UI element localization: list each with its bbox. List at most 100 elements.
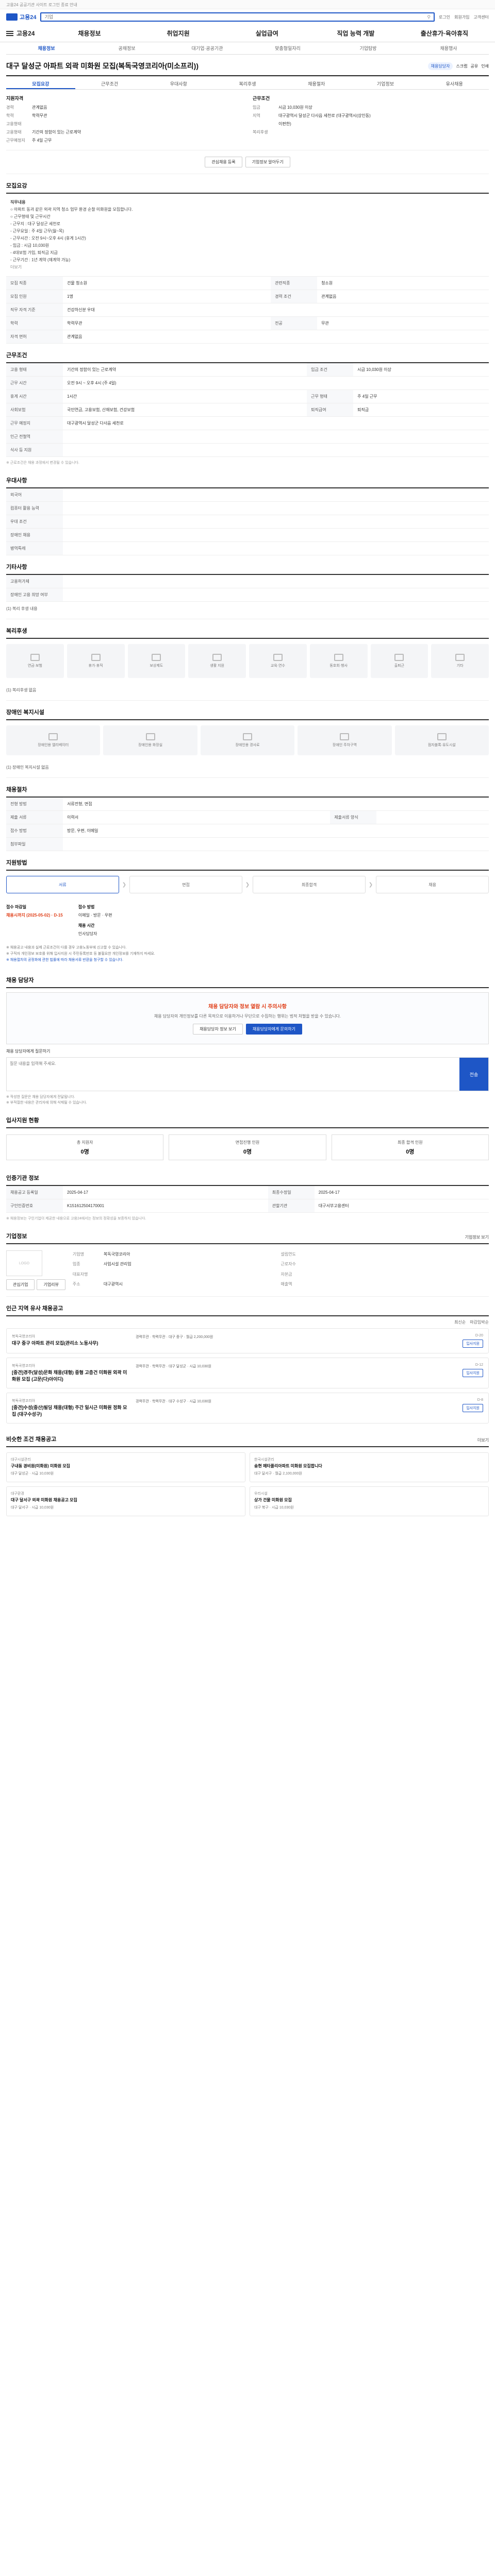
send-question-button[interactable]: 전송 <box>459 1058 488 1091</box>
company-info-button[interactable]: 기업정보 알아두기 <box>245 157 290 167</box>
tab-process[interactable]: 채용절차 <box>282 76 351 89</box>
job-title-row: 대구 달성군 아파트 외곽 미화원 모집(복독국영코리아(미소프리)) 채용담당… <box>6 55 489 76</box>
table-key: 식사 등 지원 <box>6 443 63 457</box>
tab-jobs[interactable]: 채용정보 <box>6 45 87 52</box>
help-link[interactable]: 고객센터 <box>474 14 489 20</box>
gnb-item-jobs[interactable]: 채용정보 <box>45 29 134 38</box>
apply-button[interactable]: 입사지원 <box>463 1369 483 1377</box>
share-button[interactable]: 공유 <box>471 63 478 69</box>
apply-button[interactable]: 입사지원 <box>463 1404 483 1412</box>
site-logo[interactable]: 고용24 <box>6 13 36 21</box>
view-contact-button[interactable]: 채용담당자 정보 보기 <box>193 1024 243 1035</box>
tab-company[interactable]: 기업정보 <box>351 76 420 89</box>
section-similar: 인근 지역 유사 채용공고 최신순 마감임박순 복독국영코리아 대구 중구 아파… <box>6 1297 489 1423</box>
summary-conditions: 근무조건 임금 시급 10,030원 이상 지역 대구광역시 달성군 다사읍 세천로… <box>253 95 489 145</box>
tab-conditions[interactable]: 근무조건 <box>75 76 144 89</box>
method-block: 접수 방법 이메일 · 방문 · 우편 채용 시간 인사담당자 <box>78 904 112 938</box>
sort-latest[interactable]: 최신순 <box>454 1319 466 1325</box>
process-table: 전형 방법 서류전형, 면접 제출 서류 이력서 제출서류 양식 접수 방법 방문, 우… <box>6 798 489 851</box>
stat-interview: 면접진행 인원 0명 <box>169 1134 326 1160</box>
job-title[interactable]: [중견]수성(중산)빌딩 채용(대형) 주간 일시근 미화원 정화 모집 (대구… <box>12 1404 130 1418</box>
table-row: 채용공고 등록일 2025-04-17 최종수정일 2025-04-17 <box>6 1186 489 1199</box>
similar-job-card[interactable]: 복독국영코리아 대구 중구 아파트 관리 모집(관리소 노동사무) 경력무관 ·… <box>6 1328 489 1353</box>
tab-recruit[interactable]: 모집요강 <box>6 76 75 89</box>
section-title-row: 비슷한 조건 채용공고 더보기 <box>6 1435 489 1447</box>
job-meta: 경력무관 · 학력무관 · 대구 달성군 · 시급 10,030원 <box>136 1365 212 1368</box>
tab-large-company[interactable]: 대기업·공공기관 <box>167 45 248 52</box>
login-link[interactable]: 로그인 <box>439 14 450 20</box>
sort-deadline[interactable]: 마감임박순 <box>470 1319 489 1325</box>
question-textarea[interactable] <box>7 1058 459 1091</box>
summary-row: 고용형태 <box>6 120 242 128</box>
stat-label: 최종 합격 인원 <box>398 1140 423 1145</box>
company-value <box>311 1270 489 1280</box>
scrap-button[interactable]: 스크랩 <box>456 63 467 69</box>
section-disabled: 장애인 복지시설 장애인용 엘리베이터 장애인용 화장실 장애인용 경사로 장애… <box>6 701 489 778</box>
tab-prefer[interactable]: 우대사항 <box>144 76 213 89</box>
tab-welfare[interactable]: 복리후생 <box>213 76 282 89</box>
bookmark-job-button[interactable]: 관심채용 등록 <box>205 157 242 167</box>
braille-icon <box>437 733 447 740</box>
table-value: 주 4일 근무 <box>353 389 489 403</box>
gnb-item-support[interactable]: 취업지원 <box>134 29 223 38</box>
tab-company-visit[interactable]: 기업탐방 <box>328 45 408 52</box>
gnb-home[interactable]: 고용24 <box>16 29 35 38</box>
table-key: 학력 <box>6 316 63 330</box>
welfare-label: 기타 <box>456 664 464 668</box>
table-value: 건강하신분 우대 <box>63 303 489 317</box>
similar-job-card[interactable]: 복독국영코리아 [중견]경주(달성)문화 채용(대형) 중형 고층건 미화원 외… <box>6 1358 489 1388</box>
job-title[interactable]: 대구 중구 아파트 관리 모집(관리소 노동사무) <box>12 1340 130 1347</box>
similar-job-card[interactable]: 복독국영코리아 [중견]수성(중산)빌딩 채용(대형) 주간 일시근 미화원 정… <box>6 1393 489 1423</box>
welfare-card: 기타 <box>431 644 489 678</box>
gnb-item-training[interactable]: 직업 능력 개발 <box>311 29 400 38</box>
summary-value: 주 4일 근무 <box>32 138 52 143</box>
gnb-item-benefit[interactable]: 실업급여 <box>223 29 311 38</box>
welfare-card: 보상제도 <box>127 644 186 678</box>
tab-similar[interactable]: 유사채용 <box>420 76 489 89</box>
search-input[interactable] <box>44 14 427 20</box>
job-title[interactable]: [중견]경주(달성)문화 채용(대형) 중형 고층건 미화원 외곽 미화원 모집… <box>12 1369 130 1383</box>
insurance-icon <box>30 654 40 661</box>
disabled-etc: (1) 장애인 복지시설 없음 <box>6 760 489 778</box>
reward-icon <box>152 654 161 661</box>
job-company: 복독국영코리아 <box>12 1399 36 1403</box>
job-summary: 지원자격 경력 관계없음 학력 학력무관 고용형태 고용형태 기간의 정함이 있는 근… <box>6 90 489 150</box>
desc-more-button[interactable]: 더보기 <box>10 265 22 269</box>
logo-text: 고용24 <box>20 14 37 21</box>
ask-contact-button[interactable]: 채용담당자에게 문의하기 <box>245 1024 302 1035</box>
tab-public-recruit[interactable]: 공채정보 <box>87 45 167 52</box>
recommend-card[interactable]: 한국시설관리 송현 메타폴리아파트 미화원 모집합니다 대구 달서구 · 월급 2,… <box>250 1452 489 1482</box>
stat-total: 총 지원자 0명 <box>6 1134 164 1160</box>
apply-stats: 총 지원자 0명 면접진행 인원 0명 최종 합격 인원 0명 <box>6 1128 489 1166</box>
recommend-more-button[interactable]: 더보기 <box>477 1437 489 1443</box>
notice-line: ※ 채용공고 내용과 실제 근로조건이 다를 경우 고용노동부에 신고할 수 있… <box>6 946 127 950</box>
follow-company-button[interactable]: 관심기업 <box>6 1279 35 1290</box>
hamburger-menu-icon[interactable] <box>6 30 13 36</box>
section-tabs: 모집요강 근무조건 우대사항 복리후생 채용절차 기업정보 유사채용 <box>6 76 489 90</box>
table-key: 자격 면허 <box>6 330 63 344</box>
recommend-card[interactable]: 대구환경 대구 달서구 외곽 미화원 채용공고 모집 대구 달서구 · 시급 10,… <box>6 1486 245 1516</box>
section-recruit: 모집요강 직무내용 ○ 아파트 동과 같은 외곽 지역 청소 업무 환경 순찰 … <box>6 174 489 344</box>
company-key: 업종 <box>72 1262 80 1267</box>
tab-custom[interactable]: 맞춤형일자리 <box>248 45 328 52</box>
table-value: 방문, 우편, 이메일 <box>63 824 489 838</box>
company-review-button[interactable]: 기업리뷰 <box>37 1279 65 1290</box>
other-table: 고용허가제 장애인 고용 희망 여부 <box>6 575 489 602</box>
table-key: 최종수정일 <box>268 1186 315 1199</box>
job-meta: 경력무관 · 학력무관 · 대구 수성구 · 시급 10,030원 <box>136 1400 212 1403</box>
gnb-item-leave[interactable]: 출산휴가·육아휴직 <box>400 29 489 38</box>
summary-qualification: 지원자격 경력 관계없음 학력 학력무관 고용형태 고용형태 기간의 정함이 있는 근… <box>6 95 242 145</box>
welfare-card: 휴가·휴직 <box>67 644 125 678</box>
apply-button[interactable]: 입사지원 <box>463 1340 483 1348</box>
print-button[interactable]: 인쇄 <box>481 63 489 69</box>
table-key: 첨부파일 <box>6 837 63 851</box>
search-icon[interactable]: ⚲ <box>427 14 431 20</box>
table-value: 퇴직금 <box>353 403 489 417</box>
summary-row: 이편한) <box>253 120 489 128</box>
signup-link[interactable]: 회원가입 <box>454 14 469 20</box>
recommend-card[interactable]: 대구시설관리 구내동 경비원(미화원) 미화원 모집 대구 달성군 · 시급 10,… <box>6 1452 245 1482</box>
company-detail-button[interactable]: 기업정보 보기 <box>465 1234 489 1240</box>
table-value: 2025-04-17 <box>63 1186 268 1199</box>
tab-events[interactable]: 채용행사 <box>408 45 489 52</box>
recommend-card[interactable]: 우리시설 상가 건물 미화원 모집 대구 북구 · 시급 10,030원 <box>250 1486 489 1516</box>
